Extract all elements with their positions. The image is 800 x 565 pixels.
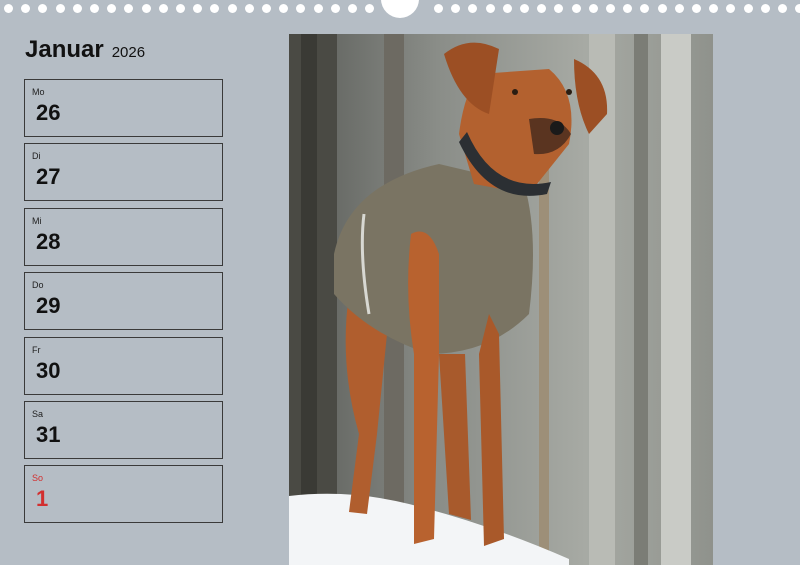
day-number: 29 [36,293,61,319]
binding-hole [193,4,203,13]
weekday-label: Di [32,151,41,162]
day-number: 31 [36,421,61,447]
hanger-hole [381,0,419,18]
day-cell-3[interactable]: Mi 28 [24,207,223,266]
dog-photo-icon [289,34,713,565]
binding-hole [296,4,306,13]
day-number: 30 [36,357,61,383]
binding-hole [141,4,151,13]
day-number: 1 [36,486,49,512]
year-label: 2026 [111,44,146,61]
binding-hole [760,4,770,13]
binding-hole [485,4,495,13]
day-cell-7[interactable]: So 1 [24,465,223,524]
binding-hole [313,4,323,13]
binding-hole [55,4,65,13]
binding-hole [571,4,581,13]
dog-photo [289,34,713,565]
binding-hole [124,4,134,13]
binding-hole [90,4,99,13]
binding-hole [176,4,185,13]
binding-hole [38,4,48,13]
binding-hole [244,4,254,13]
binding-hole [72,4,82,13]
binding-hole [674,4,684,13]
binding-hole [158,4,168,13]
weekday-label: So [32,473,44,484]
weekday-label: Fr [32,344,41,355]
binding-hole [451,4,461,13]
binding-hole [365,4,375,13]
binding-hole [606,4,615,13]
binding-hole [210,4,220,13]
day-cell-2[interactable]: Di 27 [24,143,223,202]
binding-hole [657,4,667,13]
binding-hole [537,4,547,13]
binding-hole [434,4,443,13]
month-header: Januar 2026 [25,36,145,66]
binding-hole [330,4,340,13]
binding-hole [107,4,117,13]
binding-hole [554,4,564,13]
day-number: 28 [36,228,61,254]
binding-hole [262,4,271,13]
month-title: Januar [25,36,104,63]
binding-hole [726,4,736,13]
day-list: Mo 26 Di 27 Mi 28 Do 29 Fr 30 Sa 31 So 1 [24,79,223,530]
binding-hole [502,4,512,13]
weekday-label: Sa [32,408,44,419]
weekday-label: Mo [32,87,45,97]
binding-hole [795,4,800,13]
binding-hole [743,4,753,13]
day-cell-5[interactable]: Fr 30 [24,336,223,395]
binding-hole [692,4,701,13]
binding-hole [21,4,31,13]
binding-hole [623,4,633,13]
binding-hole [778,4,787,13]
binding-hole [709,4,719,13]
binding-hole [468,4,478,13]
day-number: 27 [36,164,61,190]
binding-hole [348,4,357,13]
binding-hole [640,4,650,13]
weekday-label: Do [32,280,44,291]
day-number: 26 [36,100,61,125]
weekday-label: Mi [32,215,42,226]
binding-hole [588,4,598,13]
binding-hole [520,4,529,13]
binding-hole [227,4,237,13]
binding-hole [4,4,13,13]
day-cell-4[interactable]: Do 29 [24,272,223,331]
binding-hole [279,4,289,13]
spiral-binding [0,0,800,18]
day-cell-6[interactable]: Sa 31 [24,400,223,459]
day-cell-1[interactable]: Mo 26 [24,79,223,137]
